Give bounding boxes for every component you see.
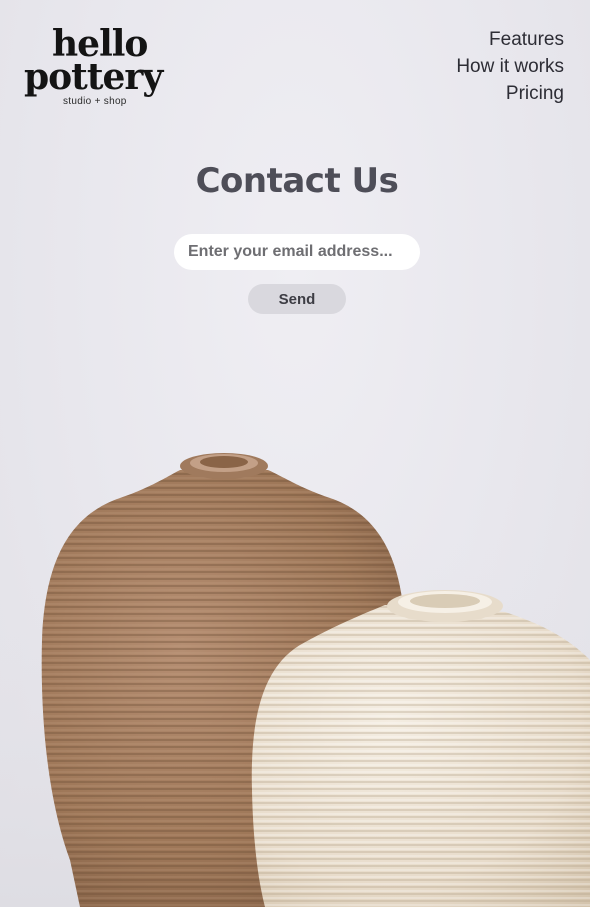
nav-link-features[interactable]: Features xyxy=(456,26,564,53)
logo-word-pottery: pottery xyxy=(24,56,163,98)
email-input[interactable] xyxy=(174,234,420,270)
logo-tagline: studio + shop xyxy=(63,96,127,107)
contact-title: Contact Us xyxy=(195,161,399,201)
nav-link-pricing[interactable]: Pricing xyxy=(456,80,564,107)
brand-logo[interactable]: hello pottery studio + shop xyxy=(24,24,174,114)
contact-page: hello pottery studio + shop Features How… xyxy=(0,0,590,907)
main-nav: Features How it works Pricing xyxy=(456,26,564,107)
nav-link-how-it-works[interactable]: How it works xyxy=(456,53,564,80)
send-button[interactable]: Send xyxy=(248,284,346,314)
hero-vases-image xyxy=(0,453,590,907)
